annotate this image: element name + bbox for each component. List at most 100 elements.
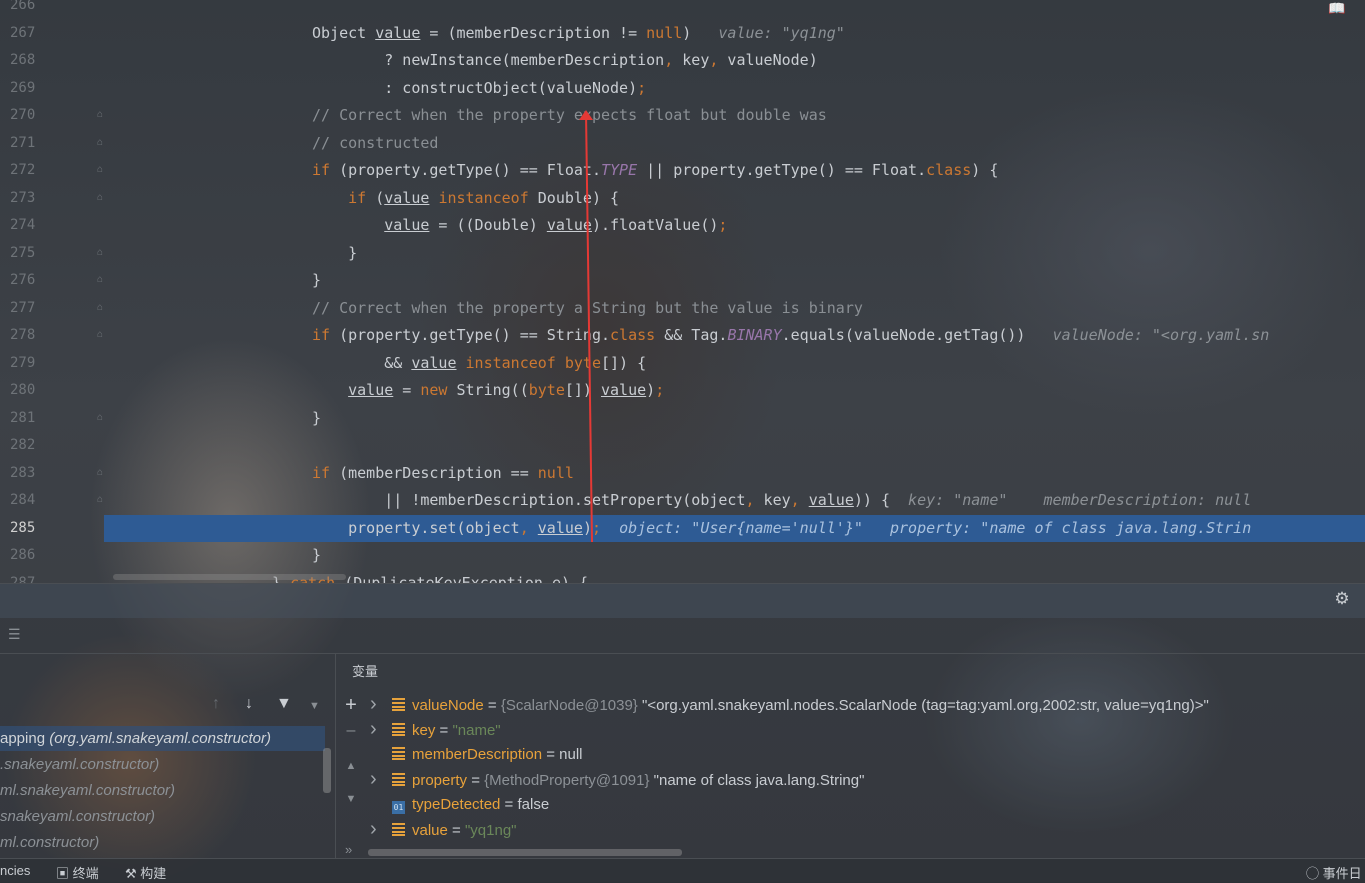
code-editor[interactable]: 266 267 268 269 270 ⌂ 271 ⌂ 272 ⌂ 273 ⌂ 274 275 ⌂ 276 ⌂ 2… [0,0,1365,583]
variable-name: property [412,772,468,789]
variables-horizontal-scrollbar[interactable] [368,849,682,856]
line-number-gutter[interactable]: 266 267 268 269 270 ⌂ 271 ⌂ 272 ⌂ 273 ⌂ 274 275 ⌂ 276 ⌂ 2… [0,0,104,583]
fold-marker-icon[interactable]: ⌂ [97,495,106,505]
code-line-285[interactable]: property.set(object, value); object: "Us… [312,515,1251,542]
fold-marker-icon[interactable]: ⌂ [97,165,106,175]
panel-divider-vertical[interactable] [335,653,336,858]
stack-frame-package: ml.constructor) [0,834,100,851]
code-line-278[interactable]: if (property.getType() == String.class &… [312,322,1269,349]
code-line-279[interactable]: && value instanceof byte[]) { [312,350,646,377]
variable-name: memberDescription [412,746,543,763]
inline-hint-value: value: "yq1ng" [718,24,845,42]
variable-row[interactable]: › valueNode = {ScalarNode@1039} "<org.yam… [370,692,1209,717]
field-icon [392,823,405,836]
code-line-275[interactable]: } [312,240,357,267]
code-line-274[interactable]: value = ((Double) value).floatValue(); [312,212,727,239]
fold-marker-icon[interactable]: ⌂ [97,330,106,340]
tab-build[interactable]: ⚒ 构建 [125,863,166,882]
fold-marker-icon[interactable]: ⌂ [97,110,106,120]
fold-marker-icon[interactable]: ⌂ [97,138,106,148]
gutter-row[interactable]: 276 ⌂ [0,267,1365,294]
variable-name: typeDetected [412,796,501,813]
fold-marker-icon[interactable]: ⌂ [97,468,106,478]
add-watch-icon[interactable]: + [342,694,360,717]
code-line-281[interactable]: } [312,405,321,432]
code-line-268[interactable]: ? newInstance(memberDescription, key, va… [312,47,818,74]
tab-terminal-label: 终端 [72,866,99,881]
stack-frame-item[interactable]: .snakeyaml.constructor) [0,752,325,777]
code-line-276[interactable]: } [312,267,321,294]
field-icon [392,747,405,760]
gutter-row[interactable]: 286 [0,542,1365,569]
code-line-271[interactable]: // constructed [312,130,438,157]
tab-dependencies[interactable]: ncies [0,863,30,878]
fold-marker-icon[interactable]: ⌂ [97,413,106,423]
filter-icon[interactable]: ▼ [276,695,292,713]
tab-terminal[interactable]: ▣ 终端 [56,863,99,882]
variable-row[interactable]: › property = {MethodProperty@1091} "name … [370,767,864,792]
gutter-row[interactable]: 282 [0,432,1365,459]
code-line-267[interactable]: Object value = (memberDescription != nul… [312,20,845,47]
gutter-row[interactable]: 280 [0,377,1365,404]
fold-marker-icon[interactable]: ⌂ [97,193,106,203]
gutter-row[interactable]: 273 ⌂ [0,185,1365,212]
arrow-up-icon[interactable]: ↑ [212,695,220,713]
expand-chevron-icon[interactable]: › [370,767,386,792]
variable-row[interactable]: › key = "name" [370,717,501,742]
gutter-row[interactable]: 269 [0,75,1365,102]
remove-watch-icon[interactable]: – [342,722,360,740]
editor-horizontal-scrollbar[interactable] [113,574,346,580]
line-number: 287 [10,575,36,583]
move-up-icon[interactable]: ▲ [342,760,360,772]
stack-frame-package: (org.yaml.snakeyaml.constructor) [45,730,271,747]
code-line-270[interactable]: // Correct when the property expects flo… [312,102,827,129]
frames-header [0,617,335,654]
variable-equals: = [483,697,501,714]
stack-frame-item[interactable]: ml.constructor) [0,830,325,855]
stack-frame-package: .snakeyaml.constructor) [0,756,160,773]
line-number: 273 [10,190,36,206]
tab-event-log[interactable]: ◯ 事件日 [1306,863,1362,882]
reader-mode-icon[interactable]: 📖 [1328,0,1346,16]
gutter-row[interactable]: 279 [0,350,1365,377]
stack-frame-item[interactable]: ml.snakeyaml.constructor) [0,778,325,803]
fold-marker-icon[interactable]: ⌂ [97,275,106,285]
expand-chevron-icon[interactable]: › [370,817,386,842]
code-line-286[interactable]: } [312,542,321,569]
chevron-down-icon[interactable]: ▼ [309,700,320,712]
code-line-272[interactable]: if (property.getType() == Float.TYPE || … [312,157,998,184]
stack-frame-item[interactable]: snakeyaml.constructor) [0,804,325,829]
gutter-row[interactable]: 275 ⌂ [0,240,1365,267]
gutter-row[interactable]: 283 ⌂ [0,460,1365,487]
code-line-273[interactable]: if (value instanceof Double) { [312,185,619,212]
gutter-row[interactable]: 266 [0,0,1365,19]
fold-marker-icon[interactable]: ⌂ [97,303,106,313]
gutter-row[interactable]: 271 ⌂ [0,130,1365,157]
line-number: 270 [10,107,36,123]
tab-build-label: 构建 [140,866,167,881]
line-number: 268 [10,52,36,68]
code-line-283[interactable]: if (memberDescription == null [312,460,574,487]
variable-row[interactable]: memberDescription = null [370,742,583,767]
arrow-down-icon[interactable]: ↓ [245,695,253,713]
stack-frame-item[interactable]: apping (org.yaml.snakeyaml.constructor) [0,726,325,751]
gutter-row[interactable]: 281 ⌂ [0,405,1365,432]
variable-equals: = [542,746,560,763]
variable-value: false [517,796,550,813]
more-icon[interactable]: » [345,842,352,857]
expand-chevron-icon[interactable]: › [370,692,386,717]
gear-icon[interactable]: ⚙ [1333,590,1351,608]
fold-marker-icon[interactable]: ⌂ [97,248,106,258]
code-line-280[interactable]: value = new String((byte[]) value); [312,377,664,404]
frames-scrollbar[interactable] [323,748,331,793]
expand-chevron-icon[interactable]: › [370,717,386,742]
code-line-284[interactable]: || !memberDescription.setProperty(object… [312,487,1251,514]
variable-equals: = [467,772,485,789]
variable-row[interactable]: › value = "yq1ng" [370,817,517,842]
threads-list-icon[interactable]: ☰ [8,626,21,643]
variable-row[interactable]: 01 typeDetected = false [370,792,549,817]
move-down-icon[interactable]: ▼ [342,793,360,805]
line-number: 283 [10,465,36,481]
code-line-269[interactable]: : constructObject(valueNode); [312,75,646,102]
hammer-icon: ⚒ [125,866,141,881]
